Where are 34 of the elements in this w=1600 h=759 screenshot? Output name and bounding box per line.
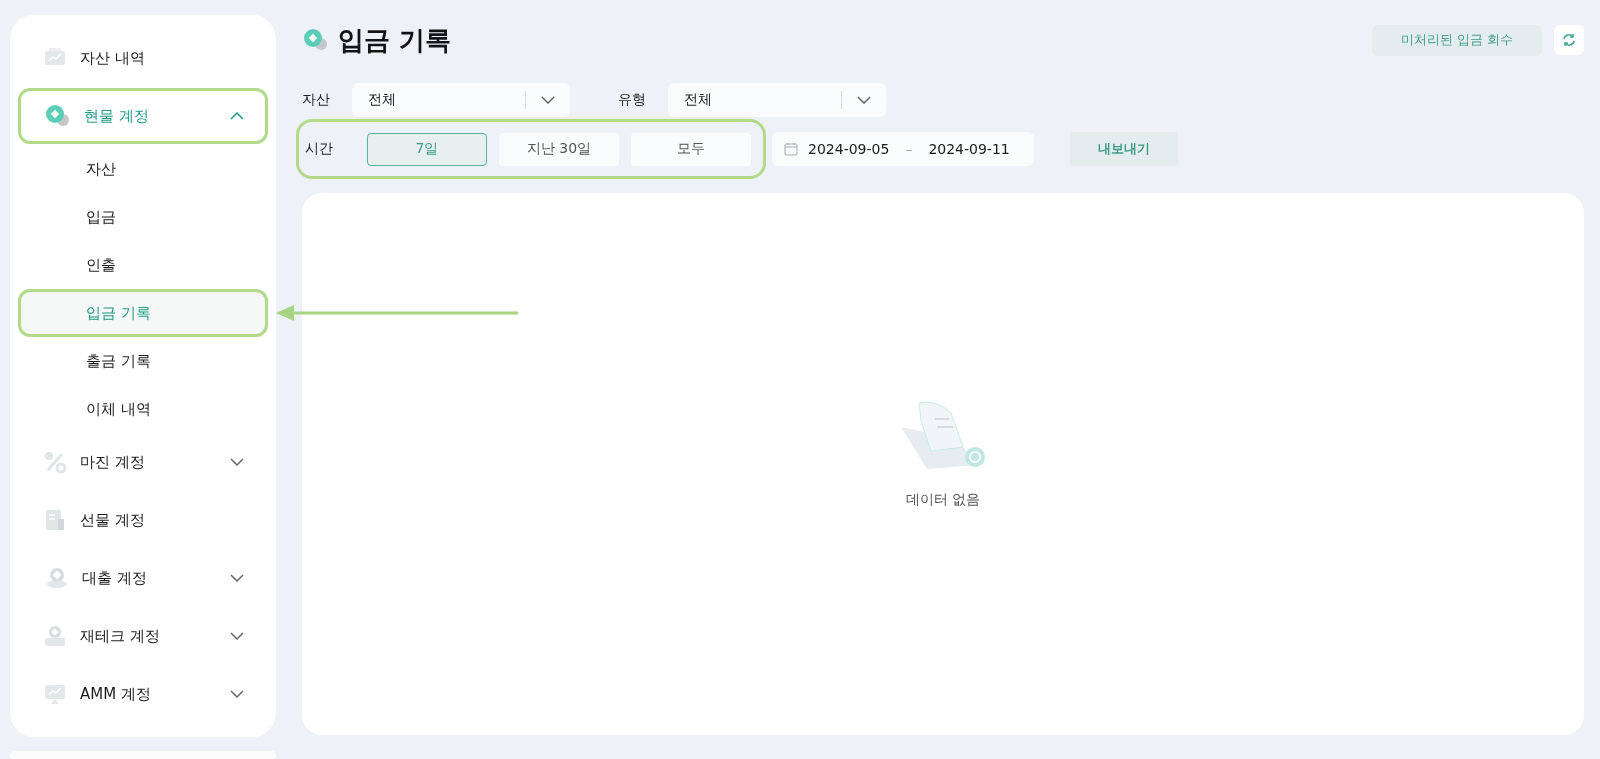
- time-range-option[interactable]: 지난 30일: [499, 132, 619, 166]
- coin-icon: [44, 104, 70, 128]
- chart-icon: [44, 683, 66, 705]
- sidebar-subitem[interactable]: 입금: [18, 193, 268, 241]
- date-range-field[interactable]: 2024-09-05 – 2024-09-11: [772, 132, 1034, 166]
- coin-icon: [302, 28, 328, 52]
- time-range-option[interactable]: 모두: [631, 132, 751, 166]
- sidebar-item[interactable]: AMM 계정: [18, 666, 268, 722]
- refresh-icon: [1562, 33, 1576, 47]
- asset-select[interactable]: 전체: [352, 83, 570, 117]
- sidebar-item[interactable]: 자산 내역: [18, 30, 268, 86]
- filter-label: 시간: [305, 140, 334, 158]
- filter-label: 자산: [302, 91, 331, 109]
- type-select[interactable]: 전체: [668, 83, 886, 117]
- coin-stack-icon: [44, 567, 68, 589]
- sidebar-subitem[interactable]: 인출: [18, 241, 268, 289]
- sidebar-subitem[interactable]: 자산: [18, 145, 268, 193]
- sidebar-item[interactable]: 재테크 계정: [18, 608, 268, 664]
- calendar-icon: [784, 142, 798, 156]
- document-icon: [44, 509, 66, 531]
- sidebar-subitem[interactable]: 이체 내역: [18, 385, 268, 433]
- sidebar-item[interactable]: 대출 계정: [18, 550, 268, 606]
- sidebar-subitem[interactable]: 출금 기록: [18, 337, 268, 385]
- empty-message: 데이터 없음: [905, 491, 981, 509]
- chevron-down-icon: [541, 96, 555, 104]
- sidebar-item[interactable]: 마진 계정: [18, 434, 268, 490]
- filter-label: 유형: [618, 91, 647, 109]
- sidebar-item[interactable]: 선물 계정: [18, 492, 268, 548]
- percent-icon: [44, 451, 66, 473]
- refresh-button[interactable]: [1554, 25, 1584, 55]
- chevron-down-icon: [857, 96, 871, 104]
- sidebar-item[interactable]: 현물 계정: [18, 88, 268, 144]
- page-title: 입금 기록: [338, 23, 453, 57]
- coin-stack-icon: [44, 625, 66, 647]
